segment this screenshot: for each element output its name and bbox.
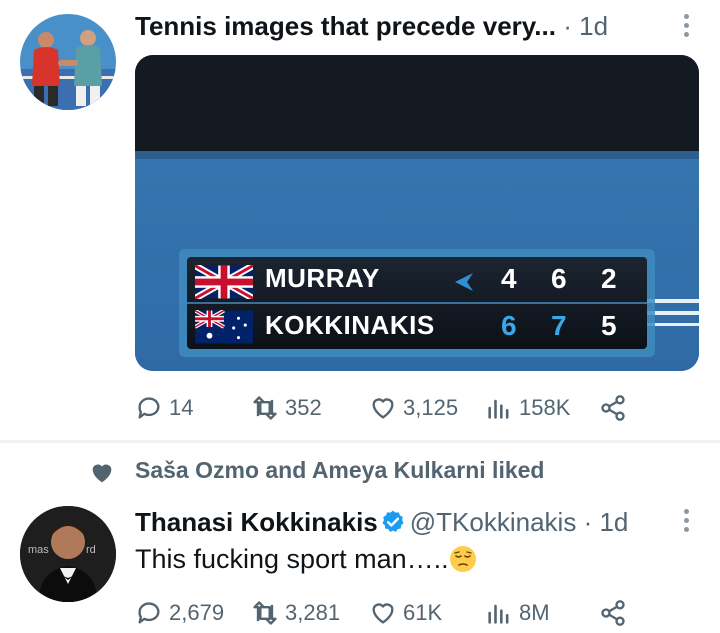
- share-icon: [601, 600, 625, 626]
- player-name: KOKKINAKIS: [265, 310, 435, 340]
- views-button[interactable]: 8M: [485, 593, 550, 633]
- united-kingdom-flag: [195, 265, 253, 299]
- heart-icon: [372, 603, 394, 624]
- scoreboard: MURRAY 4 6 2 KOKKINAKIS 6 7 5: [187, 257, 647, 349]
- reply-button[interactable]: 14: [135, 388, 193, 428]
- avatar-backdrop-text: mas: [28, 544, 49, 556]
- set-score: 7: [551, 310, 567, 341]
- retweet-button[interactable]: 352: [251, 388, 322, 428]
- player-name: MURRAY: [265, 263, 380, 293]
- display-name[interactable]: Tennis images that precede very...: [135, 11, 556, 41]
- separator-dot: ·: [583, 507, 593, 537]
- retweet-button[interactable]: 3,281: [251, 593, 340, 633]
- retweet-count: 3,281: [285, 600, 341, 625]
- tweet-text: This fucking sport man…..: [135, 544, 477, 575]
- set-score: 4: [501, 263, 517, 294]
- display-name[interactable]: Thanasi Kokkinakis: [135, 507, 378, 537]
- views-button[interactable]: 158K: [485, 388, 570, 428]
- separator-dot: ·: [563, 11, 572, 41]
- reply-icon: [138, 602, 160, 624]
- views-icon: [488, 604, 509, 624]
- australia-flag: [195, 310, 253, 344]
- retweet-icon: [253, 601, 277, 625]
- scoreboard-row: MURRAY 4 6 2: [187, 257, 647, 302]
- set-score: 5: [601, 310, 617, 341]
- tweet-text-body: This fucking sport man…..: [135, 544, 449, 574]
- share-icon: [601, 395, 625, 421]
- reply-count: 2,679: [169, 600, 225, 625]
- views-count: 158K: [519, 395, 571, 420]
- tweet-card[interactable]: Saša Ozmo and Ameya Kulkarni liked mas r…: [0, 443, 720, 632]
- like-count: 61K: [403, 600, 443, 625]
- scoreboard-row: KOKKINAKIS 6 7 5: [187, 304, 647, 349]
- user-handle[interactable]: @TKokkinakis: [410, 507, 577, 537]
- social-context[interactable]: Saša Ozmo and Ameya Kulkarni liked: [135, 457, 544, 484]
- avatar[interactable]: [20, 14, 116, 110]
- timestamp[interactable]: 1d: [579, 11, 608, 41]
- tweet-actions: 2,679 3,281 61K 8M: [135, 593, 695, 633]
- like-button[interactable]: 3,125: [369, 388, 458, 428]
- reply-count: 14: [169, 395, 194, 420]
- heart-icon: [92, 464, 112, 483]
- more-options-icon[interactable]: [684, 509, 690, 536]
- avatar[interactable]: mas rd: [20, 506, 116, 602]
- verified-badge-icon: [382, 510, 404, 532]
- retweet-icon: [253, 396, 277, 420]
- tennis-handshake-image: [20, 14, 116, 110]
- tweet-header: Thanasi Kokkinakis @TKokkinakis · 1d: [135, 506, 628, 538]
- heart-icon: [372, 398, 394, 419]
- set-score: 6: [551, 263, 567, 294]
- retweet-count: 352: [285, 395, 322, 420]
- set-score: 6: [501, 310, 517, 341]
- like-button[interactable]: 61K: [369, 593, 442, 633]
- tweet-actions: 14 352 3,125 158K: [135, 388, 695, 428]
- share-button[interactable]: [599, 388, 633, 428]
- share-button[interactable]: [599, 593, 633, 633]
- pensive-face-emoji: [449, 546, 476, 572]
- serving-indicator-icon: [455, 273, 473, 291]
- tweet-media-image[interactable]: MURRAY 4 6 2 KOKKINAKIS 6 7 5: [135, 55, 699, 371]
- avatar-backdrop-text: rd: [86, 544, 96, 556]
- timestamp[interactable]: 1d: [599, 507, 628, 537]
- more-options-icon[interactable]: [684, 14, 690, 41]
- tweet-header: Tennis images that precede very... · 1d: [135, 10, 608, 42]
- views-icon: [488, 399, 509, 419]
- tweet-card[interactable]: Tennis images that precede very... · 1d: [0, 0, 720, 440]
- views-count: 8M: [519, 600, 550, 625]
- set-score: 2: [601, 263, 617, 294]
- reply-button[interactable]: 2,679: [135, 593, 224, 633]
- reply-icon: [138, 397, 160, 419]
- like-count: 3,125: [403, 395, 459, 420]
